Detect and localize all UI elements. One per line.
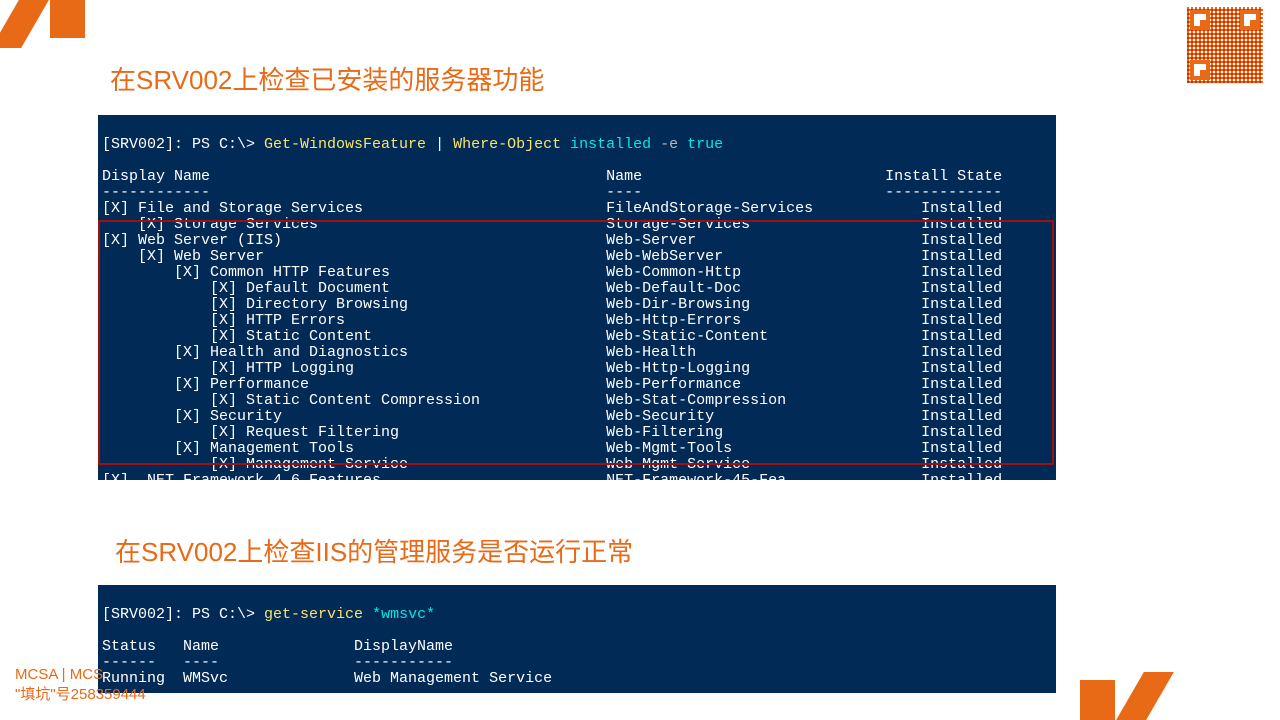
section-heading-1: 在SRV002上检查已安装的服务器功能 xyxy=(110,60,544,97)
powershell-console-2: [SRV002]: PS C:\> get-service *wmsvc* St… xyxy=(98,585,1056,693)
corner-deco-top-left-2 xyxy=(50,0,85,38)
corner-deco-top-left-1 xyxy=(0,0,49,48)
ps-prompt: [SRV002]: PS C:\> xyxy=(102,136,264,153)
ps-pipe: | xyxy=(426,136,453,153)
corner-deco-bottom-right-2 xyxy=(1116,672,1174,720)
powershell-console-1: [SRV002]: PS C:\> Get-WindowsFeature | W… xyxy=(98,115,1056,480)
slide: 在SRV002上检查已安装的服务器功能 [SRV002]: PS C:\> Ge… xyxy=(0,0,1280,720)
footer-line-2: "填坑"号258359444 xyxy=(15,685,146,705)
ps-arg: *wmsvc* xyxy=(363,606,435,623)
ps-prompt: [SRV002]: PS C:\> xyxy=(102,606,264,623)
qr-code-icon xyxy=(1185,5,1265,85)
ps-command: get-service xyxy=(264,606,363,623)
ps-command: Where-Object xyxy=(453,136,561,153)
ps-flag: -e xyxy=(660,136,678,153)
footer-line-1: MCSA | MCS xyxy=(15,665,146,685)
ps-arg: installed xyxy=(561,136,660,153)
section-heading-2: 在SRV002上检查IIS的管理服务是否运行正常 xyxy=(115,532,633,569)
footer-credits: MCSA | MCS "填坑"号258359444 xyxy=(15,665,146,705)
corner-deco-bottom-right-1 xyxy=(1080,680,1115,720)
ps-command: Get-WindowsFeature xyxy=(264,136,426,153)
ps-arg: true xyxy=(678,136,723,153)
